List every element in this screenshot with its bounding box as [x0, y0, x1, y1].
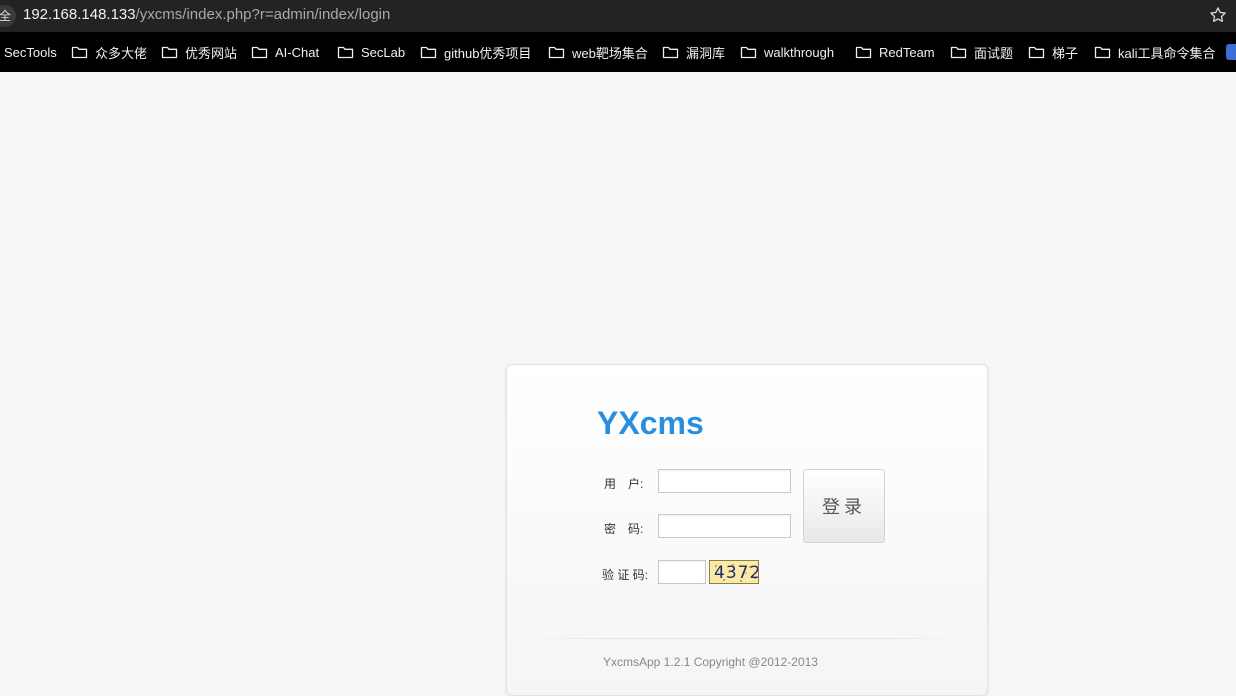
bookmarks-bar: SecTools 众多大佬 优秀网站 AI-Chat SecLab github优秀项目 w…	[0, 32, 1236, 72]
bookmark-label: SecTools	[4, 44, 57, 60]
url-field[interactable]: 192.168.148.133/yxcms/index.php?r=admin/…	[23, 6, 390, 24]
bookmark-item[interactable]: web靶场集合	[548, 32, 648, 72]
folder-icon	[662, 45, 686, 59]
bookmark-label: web靶场集合	[572, 45, 648, 61]
site-info-button[interactable]: 全	[0, 5, 16, 27]
bookmark-label: SecLab	[361, 44, 406, 60]
bookmark-label: 梯子	[1052, 45, 1079, 61]
captcha-image[interactable]: 4372	[709, 560, 759, 584]
bookmark-label: github优秀项目	[444, 45, 532, 61]
bookmark-item[interactable]: SecLab	[337, 32, 405, 72]
bookmark-overflow-icon[interactable]	[1226, 44, 1236, 60]
login-panel: YXcms 用 户: 密 码: 验 证 码: 4372 登录 YxcmsApp …	[506, 364, 988, 696]
folder-icon	[855, 45, 879, 59]
address-bar: 全 192.168.148.133/yxcms/index.php?r=admi…	[0, 0, 1236, 32]
captcha-label: 验 证 码:	[602, 568, 649, 582]
login-button[interactable]: 登录	[803, 469, 885, 543]
password-label: 密 码:	[604, 522, 644, 536]
bookmark-item[interactable]: RedTeam	[855, 32, 935, 72]
bookmark-label: 众多大佬	[95, 45, 148, 61]
bookmark-item[interactable]: AI-Chat	[251, 32, 319, 72]
bookmark-item[interactable]: github优秀项目	[420, 32, 531, 72]
folder-icon	[1094, 45, 1118, 59]
password-input[interactable]	[658, 514, 791, 538]
folder-icon	[337, 45, 361, 59]
username-label: 用 户:	[604, 477, 644, 491]
bookmark-label: walkthrough	[764, 44, 835, 60]
yxcms-logo: YXcms	[597, 405, 704, 441]
folder-icon	[740, 45, 764, 59]
folder-icon	[1028, 45, 1052, 59]
bookmark-label: 优秀网站	[185, 45, 238, 61]
folder-icon	[950, 45, 974, 59]
folder-icon	[251, 45, 275, 59]
bookmark-item[interactable]: 漏洞库	[662, 32, 725, 72]
bookmark-item[interactable]: 面试题	[950, 32, 1013, 72]
bookmark-label: kali工具命令集合	[1118, 45, 1216, 61]
username-input[interactable]	[658, 469, 791, 493]
bookmark-item[interactable]: SecTools	[4, 32, 57, 72]
star-icon[interactable]	[1208, 5, 1228, 25]
folder-icon	[420, 45, 444, 59]
bookmark-label: 面试题	[974, 45, 1014, 61]
folder-icon	[71, 45, 95, 59]
bookmark-label: AI-Chat	[275, 44, 320, 60]
bookmark-item[interactable]: 众多大佬	[71, 32, 147, 72]
url-host: 192.168.148.133	[23, 6, 136, 23]
folder-icon	[548, 45, 572, 59]
bookmark-label: 漏洞库	[686, 45, 726, 61]
bookmark-item[interactable]: 梯子	[1028, 32, 1078, 72]
copyright-footer: YxcmsApp 1.2.1 Copyright @2012-2013	[603, 655, 818, 669]
url-path: /yxcms/index.php?r=admin/index/login	[135, 6, 391, 23]
captcha-text: 4372	[714, 563, 759, 583]
captcha-input[interactable]	[658, 560, 706, 584]
bookmark-item[interactable]: kali工具命令集合	[1094, 32, 1216, 72]
bookmark-label: RedTeam	[879, 44, 935, 60]
bookmark-item[interactable]: walkthrough	[740, 32, 834, 72]
folder-icon	[161, 45, 185, 59]
bookmark-item[interactable]: 优秀网站	[161, 32, 237, 72]
divider	[525, 638, 969, 639]
